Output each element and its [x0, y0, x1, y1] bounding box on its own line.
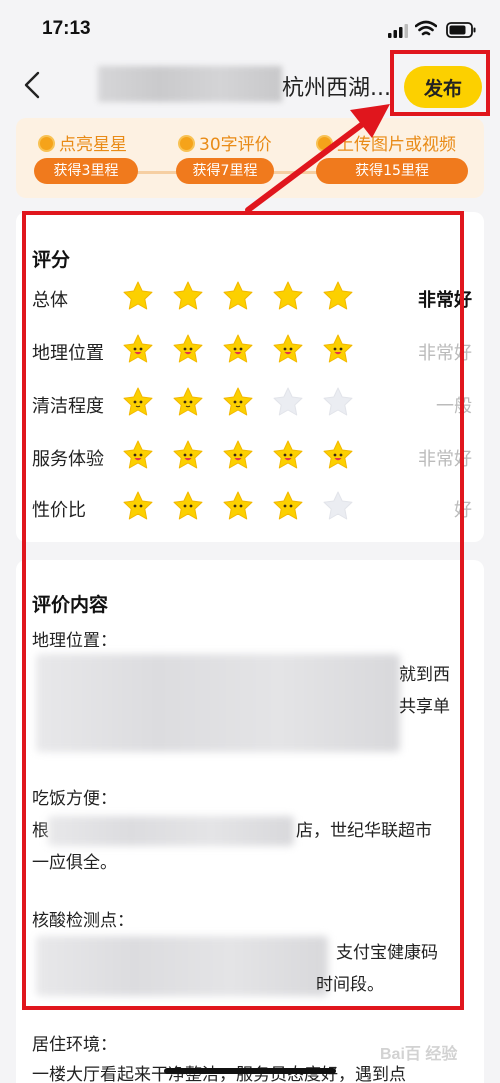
review-text-fragment: 共享单: [399, 697, 450, 717]
battery-icon: [446, 22, 476, 38]
star-filled-icon[interactable]: [322, 333, 354, 365]
star-filled-icon[interactable]: [272, 490, 304, 522]
star-filled-icon[interactable]: [272, 280, 304, 312]
review-heading-testing: 核酸检测点：: [32, 911, 134, 931]
status-time: 17:13: [42, 18, 91, 39]
review-heading-location: 地理位置：: [32, 631, 117, 651]
reward-pill: 获得15里程: [316, 158, 468, 184]
reward-title: 上传图片或视频: [316, 130, 456, 155]
rating-row: 清洁程度 一般: [32, 386, 472, 426]
review-text-fragment: 就到西: [399, 665, 450, 685]
star-filled-icon[interactable]: [272, 333, 304, 365]
star-filled-icon[interactable]: [172, 333, 204, 365]
rewards-banner: 点亮星星 获得3里程 30字评价 获得7里程 上传图片或视频 获得15里程: [16, 118, 484, 198]
review-text-fragment: 支付宝健康码: [336, 943, 438, 963]
star-filled-icon[interactable]: [172, 386, 204, 418]
wifi-icon: [415, 20, 437, 36]
star-filled-icon[interactable]: [222, 386, 254, 418]
reward-title: 30字评价: [178, 130, 272, 155]
rating-value: 一般: [436, 396, 472, 417]
star-filled-icon[interactable]: [222, 280, 254, 312]
star-filled-icon[interactable]: [172, 280, 204, 312]
redacted-text: [36, 936, 328, 996]
star-filled-icon[interactable]: [172, 490, 204, 522]
star-filled-icon[interactable]: [222, 490, 254, 522]
back-arrow-icon[interactable]: [20, 70, 44, 100]
reward-pill: 获得3里程: [34, 158, 138, 184]
reward-pill: 获得7里程: [176, 158, 274, 184]
star-filled-icon[interactable]: [122, 333, 154, 365]
status-bar: 17:13: [0, 0, 500, 62]
review-text-fragment: 店，世纪华联超市: [296, 821, 432, 841]
rating-value: 好: [454, 500, 472, 521]
title-redacted: [98, 66, 282, 102]
star-filled-icon[interactable]: [272, 439, 304, 471]
redacted-text: [48, 816, 294, 846]
publish-button[interactable]: 发布: [404, 66, 482, 108]
star-filled-icon[interactable]: [172, 439, 204, 471]
review-text-fragment: 一应俱全。: [32, 853, 117, 873]
rating-row: 服务体验 非常好: [32, 439, 472, 479]
rating-section-title: 评分: [32, 249, 71, 271]
reward-title: 点亮星星: [38, 130, 127, 155]
rating-label: 性价比: [32, 500, 86, 521]
star-filled-icon[interactable]: [322, 439, 354, 471]
review-text-fragment: 时间段。: [316, 975, 384, 995]
rating-row: 总体 非常好: [32, 280, 472, 320]
rating-value: 非常好: [418, 343, 472, 364]
star-filled-icon[interactable]: [122, 490, 154, 522]
rating-row: 性价比 好: [32, 490, 472, 530]
review-section-title: 评价内容: [32, 594, 109, 616]
star-empty-icon[interactable]: [272, 386, 304, 418]
nav-bar: 杭州西湖... 发布: [0, 62, 500, 112]
home-indicator: [164, 1068, 336, 1074]
star-filled-icon[interactable]: [122, 280, 154, 312]
rating-label: 总体: [32, 290, 68, 311]
coin-icon: [38, 135, 55, 152]
rating-row: 地理位置 非常好: [32, 333, 472, 373]
star-empty-icon[interactable]: [322, 490, 354, 522]
page-title: 杭州西湖...: [282, 76, 391, 101]
rating-label: 服务体验: [32, 449, 104, 470]
rating-value: 非常好: [418, 449, 472, 470]
watermark-logo: Bai百 经验: [380, 1046, 458, 1063]
star-filled-icon[interactable]: [122, 386, 154, 418]
star-filled-icon[interactable]: [322, 280, 354, 312]
signal-icon: [388, 24, 408, 38]
rating-label: 清洁程度: [32, 396, 104, 417]
star-filled-icon[interactable]: [222, 439, 254, 471]
rating-value: 非常好: [418, 290, 472, 311]
coin-icon: [316, 135, 333, 152]
review-heading-dining: 吃饭方便：: [32, 789, 117, 809]
star-empty-icon[interactable]: [322, 386, 354, 418]
star-filled-icon[interactable]: [222, 333, 254, 365]
star-filled-icon[interactable]: [122, 439, 154, 471]
rating-label: 地理位置: [32, 343, 104, 364]
coin-icon: [178, 135, 195, 152]
